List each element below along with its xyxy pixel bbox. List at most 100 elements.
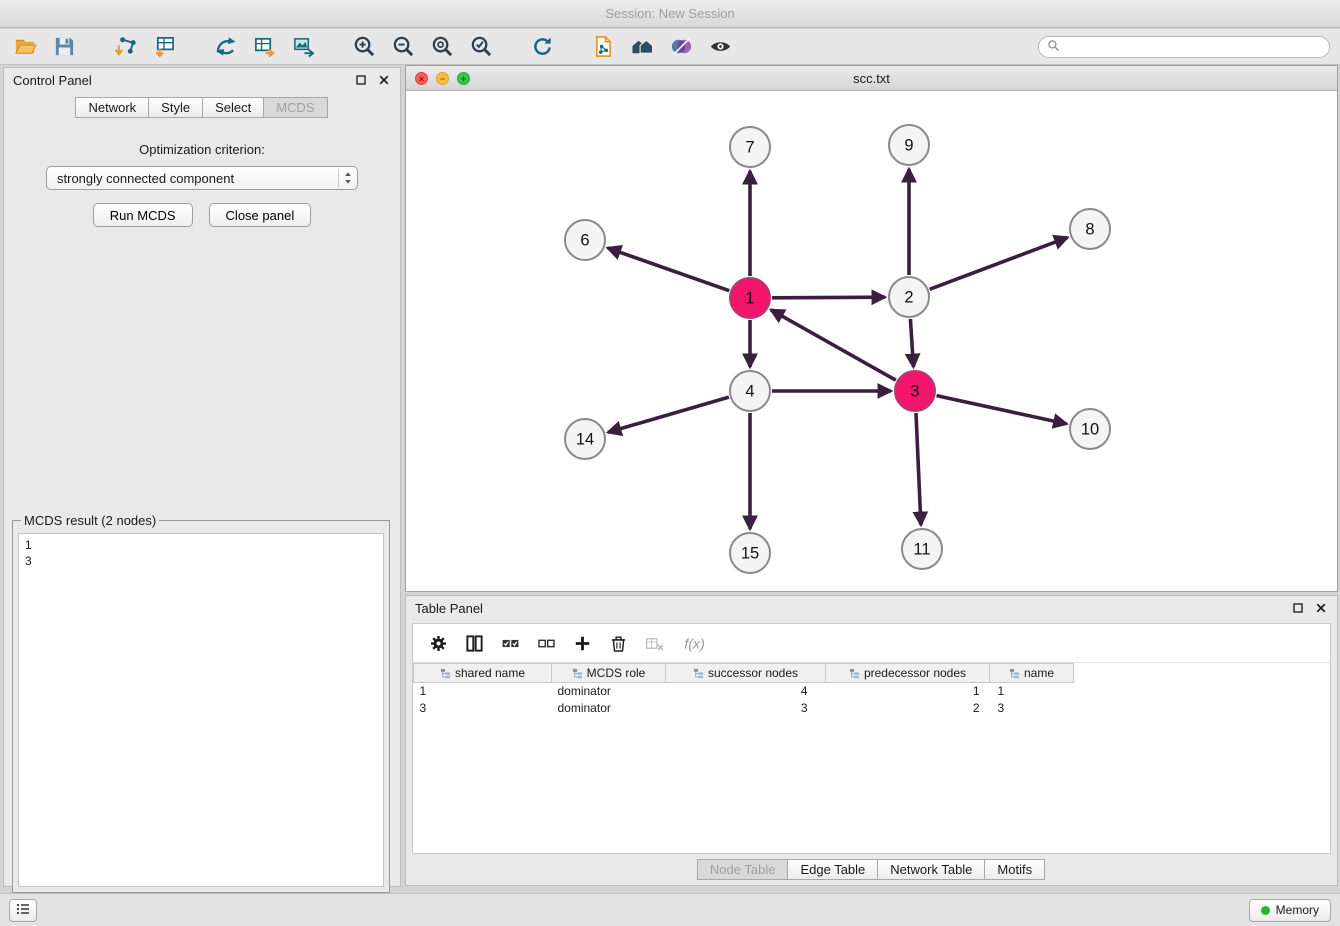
- edge-2-3[interactable]: [910, 319, 913, 367]
- network-overview-button[interactable]: [627, 33, 657, 61]
- edge-1-2[interactable]: [772, 297, 885, 298]
- node-4[interactable]: 4: [730, 371, 770, 411]
- edge-4-14[interactable]: [608, 397, 729, 432]
- run-mcds-button[interactable]: Run MCDS: [93, 203, 193, 227]
- first-neighbors-button[interactable]: [210, 33, 240, 61]
- cell-shared-name[interactable]: 3: [414, 700, 552, 717]
- column-sort-icon[interactable]: [693, 668, 704, 679]
- toolbar-buttons: [10, 33, 1038, 61]
- zoom-out-button[interactable]: [388, 33, 418, 61]
- edge-1-6[interactable]: [608, 248, 730, 291]
- table-tab-edge-table[interactable]: Edge Table: [787, 859, 878, 880]
- maximize-window-icon[interactable]: +: [457, 72, 470, 85]
- memory-button[interactable]: Memory: [1249, 899, 1331, 922]
- edge-2-8[interactable]: [930, 237, 1068, 289]
- node-1[interactable]: 1: [730, 278, 770, 318]
- export-table-button[interactable]: [249, 33, 279, 61]
- mcds-result-list[interactable]: 1 3: [18, 533, 384, 887]
- zoom-fit-button[interactable]: [427, 33, 457, 61]
- optimization-dropdown[interactable]: strongly connected component: [46, 166, 358, 190]
- column-sort-icon[interactable]: [1009, 668, 1020, 679]
- column-header-predecessor-nodes[interactable]: predecessor nodes: [826, 664, 990, 683]
- show-columns-button[interactable]: [465, 634, 484, 653]
- export-image-button[interactable]: [288, 33, 318, 61]
- import-table-from-file-button[interactable]: [149, 33, 179, 61]
- dropdown-arrows-icon: [338, 169, 353, 187]
- minimize-window-icon[interactable]: −: [436, 72, 449, 85]
- edge-3-10[interactable]: [936, 396, 1066, 424]
- apply-style-button[interactable]: [666, 33, 696, 61]
- table-row-1[interactable]: 1dominator411: [414, 683, 1331, 700]
- clone-network-button[interactable]: [588, 33, 618, 61]
- column-header-name[interactable]: name: [990, 664, 1074, 683]
- deselect-all-rows-button[interactable]: [537, 634, 556, 653]
- node-7[interactable]: 7: [730, 127, 770, 167]
- cell-name[interactable]: 1: [990, 683, 1074, 700]
- cell-shared-name[interactable]: 1: [414, 683, 552, 700]
- column-header-mcds-role[interactable]: MCDS role: [552, 664, 666, 683]
- close-panel-icon[interactable]: [378, 74, 391, 87]
- column-sort-icon[interactable]: [440, 668, 451, 679]
- cell-mcds-role[interactable]: dominator: [552, 683, 666, 700]
- node-10[interactable]: 10: [1070, 409, 1110, 449]
- cell-successor-nodes[interactable]: 4: [666, 683, 826, 700]
- cell-successor-nodes[interactable]: 3: [666, 700, 826, 717]
- zoom-in-button[interactable]: [349, 33, 379, 61]
- node-11[interactable]: 11: [902, 529, 942, 569]
- toolbar-separator: [327, 33, 340, 61]
- float-panel-icon[interactable]: [355, 74, 368, 87]
- node-3[interactable]: 3: [895, 371, 935, 411]
- delete-columns-button[interactable]: [609, 634, 628, 653]
- close-window-icon[interactable]: ×: [415, 72, 428, 85]
- table-header-row: shared name MCDS role successor nodesprede…: [414, 664, 1331, 683]
- traffic-lights: × − +: [415, 66, 470, 90]
- network-graph[interactable]: 7 9 6 8 1 2 4 3 14 10 15 11: [406, 91, 1337, 591]
- toolbar-separator: [188, 33, 201, 61]
- search-input[interactable]: [1065, 40, 1321, 54]
- import-network-from-file-button[interactable]: [110, 33, 140, 61]
- close-panel-button[interactable]: Close panel: [209, 203, 312, 227]
- select-all-rows-button[interactable]: [501, 634, 520, 653]
- mcds-result-title: MCDS result (2 nodes): [21, 513, 159, 528]
- cell-predecessor-nodes[interactable]: 1: [826, 683, 990, 700]
- toolbar-separator: [505, 33, 518, 61]
- node-9[interactable]: 9: [889, 125, 929, 165]
- edge-3-11[interactable]: [916, 413, 921, 525]
- node-15[interactable]: 15: [730, 533, 770, 573]
- float-table-panel-icon[interactable]: [1292, 602, 1305, 615]
- column-header-successor-nodes[interactable]: successor nodes: [666, 664, 826, 683]
- table-tab-network-table[interactable]: Network Table: [877, 859, 985, 880]
- function-builder-button: f(x): [681, 634, 713, 653]
- cell-mcds-role[interactable]: dominator: [552, 700, 666, 717]
- edge-3-1[interactable]: [771, 310, 896, 380]
- column-sort-icon[interactable]: [849, 668, 860, 679]
- window-titlebar: Session: New Session: [0, 0, 1340, 28]
- table-tab-node-table[interactable]: Node Table: [697, 859, 789, 880]
- tab-style[interactable]: Style: [148, 97, 203, 118]
- node-2[interactable]: 2: [889, 277, 929, 317]
- search-box[interactable]: [1038, 36, 1330, 58]
- tab-mcds[interactable]: MCDS: [263, 97, 327, 118]
- close-table-panel-icon[interactable]: [1315, 602, 1328, 615]
- network-window-titlebar[interactable]: × − + scc.txt: [406, 66, 1337, 91]
- save-session-button[interactable]: [49, 33, 79, 61]
- cell-name[interactable]: 3: [990, 700, 1074, 717]
- show-hide-graphics-button[interactable]: [705, 33, 735, 61]
- table-row-3[interactable]: 3dominator323: [414, 700, 1331, 717]
- node-6[interactable]: 6: [565, 220, 605, 260]
- column-label: MCDS role: [587, 666, 646, 680]
- cell-predecessor-nodes[interactable]: 2: [826, 700, 990, 717]
- open-session-button[interactable]: [10, 33, 40, 61]
- column-header-shared-name[interactable]: shared name: [414, 664, 552, 683]
- node-8[interactable]: 8: [1070, 209, 1110, 249]
- panel-list-button[interactable]: [9, 899, 37, 922]
- node-14[interactable]: 14: [565, 419, 605, 459]
- table-tab-motifs[interactable]: Motifs: [984, 859, 1045, 880]
- tab-select[interactable]: Select: [202, 97, 264, 118]
- refresh-view-button[interactable]: [527, 33, 557, 61]
- column-sort-icon[interactable]: [572, 668, 583, 679]
- tab-network[interactable]: Network: [75, 97, 149, 118]
- zoom-selected-button[interactable]: [466, 33, 496, 61]
- table-mode-button[interactable]: [429, 634, 448, 653]
- create-column-button[interactable]: [573, 634, 592, 653]
